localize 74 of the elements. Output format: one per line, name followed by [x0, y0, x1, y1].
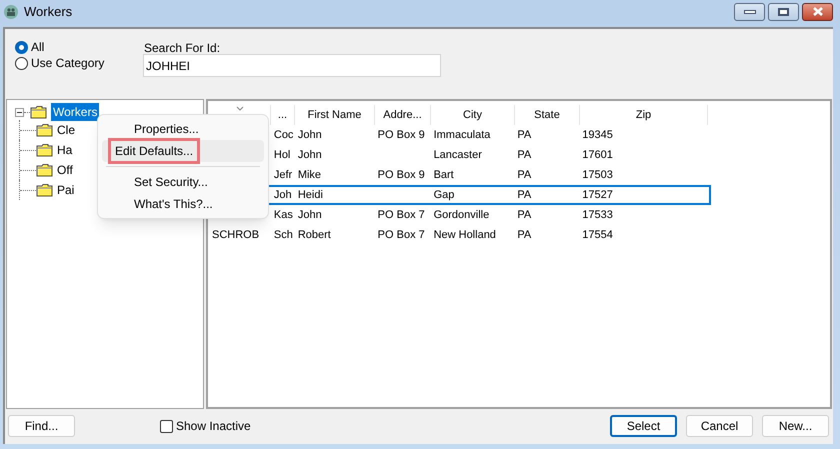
- column-header[interactable]: State: [515, 105, 580, 125]
- table-cell-text: Robert: [298, 228, 331, 243]
- table-cell-text: Heidi: [298, 188, 323, 203]
- window-title: Workers: [24, 2, 72, 21]
- highlighted-menu-item[interactable]: Edit Defaults...: [108, 138, 200, 164]
- table-cell-text: PA: [517, 228, 532, 243]
- table-cell-text: Gap: [434, 188, 454, 203]
- checkbox[interactable]: [160, 420, 173, 432]
- table-row[interactable]: SCHROB Sch Robert PO Box 7 New Holland PA 17554: [209, 225, 711, 245]
- tree-item[interactable]: Off: [57, 161, 73, 179]
- table-cell-text: Hol: [274, 148, 290, 163]
- table-cell-text: PA: [517, 208, 532, 223]
- radio-label: Use Category: [31, 55, 104, 72]
- table-cell-text: 19345: [582, 128, 613, 143]
- table-cell-text: 17554: [582, 228, 613, 243]
- column-header[interactable]: ...: [271, 105, 295, 125]
- close-button[interactable]: [802, 2, 833, 20]
- table-cell-text: Sch: [274, 228, 293, 243]
- table-cell-text: John: [298, 148, 322, 163]
- minimize-button[interactable]: [734, 2, 765, 20]
- dialog-button[interactable]: Cancel: [686, 415, 753, 437]
- checkbox-label: Show Inactive: [176, 418, 251, 435]
- folder-icon: [36, 123, 54, 137]
- table-cell-text: Bart: [434, 168, 454, 183]
- table-cell-text: PO Box 9: [378, 128, 425, 143]
- table-cell-text: PO Box 9: [378, 168, 425, 183]
- table-cell-text: Coc: [274, 128, 294, 143]
- folder-icon: [36, 183, 54, 197]
- tree-item[interactable]: Ha: [57, 141, 72, 159]
- table-cell-text: Joh: [274, 188, 292, 203]
- folder-icon: [36, 163, 54, 177]
- table-cell-text: John: [298, 208, 322, 223]
- table-cell-text: PA: [517, 188, 532, 203]
- table-cell-text: Jefr: [274, 168, 292, 183]
- table-cell-text: 17527: [582, 188, 613, 203]
- menu-item[interactable]: Properties...: [102, 118, 264, 140]
- table-cell-text: PO Box 7: [378, 228, 425, 243]
- table-cell-text: 17601: [582, 148, 613, 163]
- app-icon: [4, 4, 18, 18]
- tree-item[interactable]: Workers: [51, 103, 100, 121]
- table-cell-text: Gordonville: [434, 208, 490, 223]
- table-cell-text: SCHROB: [212, 228, 260, 243]
- dialog-button[interactable]: Find...: [8, 415, 75, 437]
- radio-button[interactable]: [15, 40, 28, 54]
- tree-item[interactable]: Pai: [57, 181, 74, 199]
- column-header[interactable]: Addre...: [375, 105, 431, 125]
- collapse-icon[interactable]: [15, 108, 24, 116]
- table-cell-text: PO Box 7: [378, 208, 425, 223]
- column-header[interactable]: First Name: [295, 105, 375, 125]
- radio-button[interactable]: [15, 56, 28, 70]
- sort-icon: [236, 106, 244, 111]
- table-cell-text: PA: [517, 128, 532, 143]
- tree-item[interactable]: Cle: [57, 121, 76, 139]
- search-field[interactable]: JOHHEI: [143, 54, 441, 77]
- table-cell-text: 17533: [582, 208, 613, 223]
- search-label: Search For Id:: [144, 40, 222, 53]
- column-header[interactable]: Zip: [580, 105, 708, 125]
- table-cell-text: PA: [517, 148, 532, 163]
- close-icon: [812, 7, 824, 16]
- table-cell-text: PA: [517, 168, 532, 183]
- table-cell-text: 17503: [582, 168, 613, 183]
- maximize-button[interactable]: [768, 2, 799, 20]
- folder-icon: [36, 143, 54, 157]
- column-header[interactable]: City: [431, 105, 515, 125]
- open-folder-icon: [30, 105, 48, 119]
- table-cell-text: New Holland: [434, 228, 496, 243]
- table-cell-text: Immaculata: [434, 128, 490, 143]
- table-cell-text: Kas: [274, 208, 293, 223]
- table-cell-text: Mike: [298, 168, 322, 183]
- dialog-button[interactable]: New...: [762, 415, 829, 437]
- table-cell-text: John: [298, 128, 322, 143]
- dialog-button[interactable]: Select: [610, 415, 677, 437]
- table-cell-text: Lancaster: [434, 148, 482, 163]
- radio-label: All: [31, 39, 44, 56]
